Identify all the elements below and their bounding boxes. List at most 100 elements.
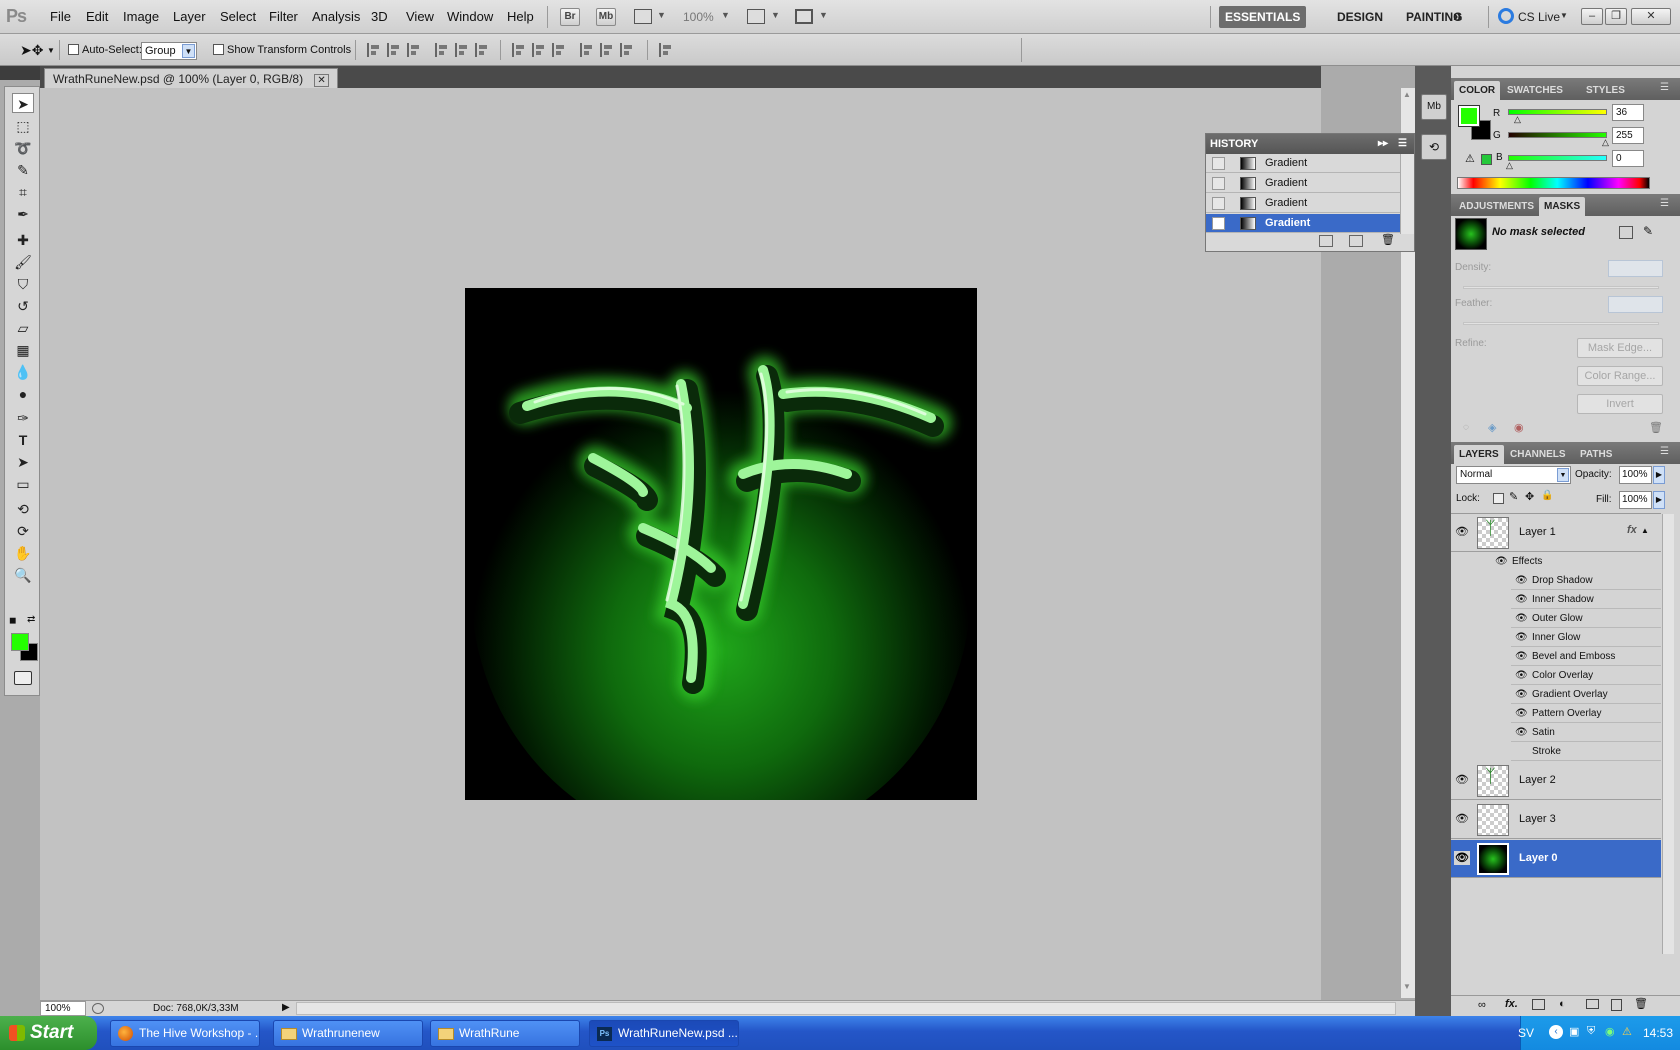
menu-3d[interactable]: 3D <box>371 9 388 24</box>
pixel-mask-icon[interactable] <box>1619 226 1633 239</box>
mask-edge-button[interactable]: Mask Edge... <box>1577 338 1663 358</box>
tab-swatches[interactable]: SWATCHES <box>1502 81 1568 100</box>
align-top-icon[interactable] <box>367 43 381 57</box>
blur-tool-icon[interactable]: 💧 <box>12 362 34 382</box>
chevron-down-icon[interactable]: ▼ <box>819 10 828 20</box>
density-field[interactable] <box>1608 260 1663 277</box>
color-spectrum-ramp[interactable] <box>1457 177 1650 189</box>
tab-adjustments[interactable]: ADJUSTMENTS <box>1454 197 1539 216</box>
eye-icon[interactable]: 👁 <box>1495 552 1508 571</box>
auto-select-checkbox[interactable] <box>68 44 79 58</box>
trash-icon[interactable]: 🗑 <box>1649 421 1663 434</box>
vector-mask-icon[interactable]: ✎ <box>1643 224 1653 238</box>
effect-bevel-emboss[interactable]: 👁 Bevel and Emboss <box>1511 647 1661 666</box>
document-horizontal-scrollbar[interactable] <box>296 1002 1396 1015</box>
new-adjustment-layer-icon[interactable]: ◐ <box>1559 998 1566 1010</box>
menu-layer[interactable]: Layer <box>173 9 206 24</box>
lock-transparent-icon[interactable] <box>1493 493 1504 504</box>
eye-icon[interactable]: 👁 <box>1515 666 1528 685</box>
toolbar-header[interactable] <box>0 66 44 80</box>
effect-stroke[interactable]: Stroke <box>1511 742 1661 761</box>
minimize-button[interactable]: – <box>1581 8 1603 25</box>
bridge-button[interactable]: Br <box>560 8 580 26</box>
history-state[interactable]: Gradient <box>1206 194 1400 213</box>
eye-icon[interactable]: 👁 <box>1515 609 1528 628</box>
history-state-selected[interactable]: Gradient <box>1206 214 1400 233</box>
align-right-icon[interactable] <box>475 43 489 57</box>
auto-align-layers-icon[interactable] <box>659 43 673 57</box>
3d-rotate-tool-icon[interactable]: ⟲ <box>12 499 34 519</box>
out-of-gamut-warning-icon[interactable]: ⚠ <box>1465 152 1475 165</box>
cs-live-menu[interactable]: CS Live <box>1518 10 1560 24</box>
effect-inner-glow[interactable]: 👁 Inner Glow <box>1511 628 1661 647</box>
panel-menu-icon[interactable]: ☰ <box>1660 446 1669 457</box>
gradient-tool-icon[interactable]: ▦ <box>12 340 34 360</box>
taskbar-item-photoshop[interactable]: Ps WrathRuneNew.psd ... <box>589 1020 739 1047</box>
workspace-design[interactable]: DESIGN <box>1331 6 1389 28</box>
language-indicator[interactable]: SV <box>1518 1026 1534 1040</box>
distribute-top-icon[interactable] <box>512 43 526 57</box>
color-range-button[interactable]: Color Range... <box>1577 366 1663 386</box>
history-state[interactable]: Gradient <box>1206 174 1400 193</box>
chevron-down-icon[interactable]: ▼ <box>771 10 780 20</box>
align-left-icon[interactable] <box>435 43 449 57</box>
align-bottom-icon[interactable] <box>407 43 421 57</box>
transform-controls-checkbox[interactable] <box>213 44 224 58</box>
workspace-essentials[interactable]: ESSENTIALS <box>1219 6 1307 28</box>
eye-icon[interactable]: 👁 <box>1515 628 1528 647</box>
view-extras-icon[interactable] <box>634 9 652 24</box>
taskbar-item-firefox[interactable]: The Hive Workshop - ... <box>110 1020 260 1047</box>
panel-menu-icon[interactable]: ☰ <box>1398 134 1407 154</box>
menu-image[interactable]: Image <box>123 9 159 24</box>
effect-pattern-overlay[interactable]: 👁 Pattern Overlay <box>1511 704 1661 723</box>
eye-icon[interactable]: 👁 <box>1515 704 1528 723</box>
gamut-color-swatch[interactable] <box>1481 154 1492 165</box>
screen-mode-icon[interactable] <box>795 9 813 24</box>
effect-color-overlay[interactable]: 👁 Color Overlay <box>1511 666 1661 685</box>
distribute-vcenter-icon[interactable] <box>532 43 546 57</box>
eye-icon[interactable]: 👁 <box>1515 647 1528 666</box>
tab-masks[interactable]: MASKS <box>1539 197 1586 216</box>
network-icon[interactable]: ▣ <box>1569 1025 1579 1038</box>
layer-row-layer-0[interactable]: 👁 Layer 0 <box>1451 840 1661 878</box>
slider-thumb-icon[interactable]: △ <box>1506 160 1513 171</box>
zoom-tool-icon[interactable]: 🔍 <box>12 565 34 585</box>
panel-menu-icon[interactable]: ☰ <box>1660 198 1669 209</box>
close-button[interactable]: ✕ <box>1631 8 1671 25</box>
start-button[interactable]: Start <box>0 1016 97 1050</box>
mini-bridge-panel-icon[interactable]: Mb <box>1421 94 1447 120</box>
eye-icon[interactable]: 👁 <box>1454 525 1470 539</box>
b-value-field[interactable]: 0 <box>1612 150 1644 167</box>
hand-tool-icon[interactable]: ✋ <box>12 543 34 563</box>
quick-selection-tool-icon[interactable]: ✎ <box>12 160 34 180</box>
eye-icon[interactable]: 👁 <box>1454 773 1470 787</box>
quick-mask-icon[interactable] <box>14 671 32 685</box>
history-scrollbar[interactable] <box>1400 154 1414 234</box>
g-value-field[interactable]: 255 <box>1612 127 1644 144</box>
distribute-bottom-icon[interactable] <box>552 43 566 57</box>
eye-icon[interactable]: 👁 <box>1515 571 1528 590</box>
healing-brush-tool-icon[interactable]: ✚ <box>12 230 34 250</box>
effects-group[interactable]: 👁 Effects <box>1491 552 1661 571</box>
zoom-level[interactable]: 100% <box>683 10 714 24</box>
3d-orbit-tool-icon[interactable]: ⟳ <box>12 521 34 541</box>
effect-outer-glow[interactable]: 👁 Outer Glow <box>1511 609 1661 628</box>
shape-tool-icon[interactable]: ▭ <box>12 474 34 494</box>
menu-select[interactable]: Select <box>220 9 256 24</box>
foreground-color-swatch[interactable] <box>11 633 29 651</box>
spotify-icon[interactable]: ◉ <box>1605 1025 1615 1038</box>
eye-icon[interactable]: 👁 <box>1515 590 1528 609</box>
tab-paths[interactable]: PATHS <box>1575 445 1617 464</box>
layer-row-layer-2[interactable]: 👁 ᛉ Layer 2 <box>1451 762 1661 800</box>
lock-image-icon[interactable]: ✎ <box>1509 490 1518 503</box>
restore-button[interactable]: ❐ <box>1605 8 1627 25</box>
new-layer-icon[interactable] <box>1611 999 1622 1011</box>
distribute-right-icon[interactable] <box>620 43 634 57</box>
cs-live-icon[interactable] <box>1498 8 1514 24</box>
menu-window[interactable]: Window <box>447 9 493 24</box>
show-hidden-icons-icon[interactable]: ‹ <box>1549 1025 1563 1039</box>
eyedropper-tool-icon[interactable]: ✒ <box>12 204 34 224</box>
slider-thumb-icon[interactable]: △ <box>1514 114 1521 125</box>
dodge-tool-icon[interactable]: ● <box>12 384 34 404</box>
chevron-down-icon[interactable]: ▼ <box>657 10 666 20</box>
